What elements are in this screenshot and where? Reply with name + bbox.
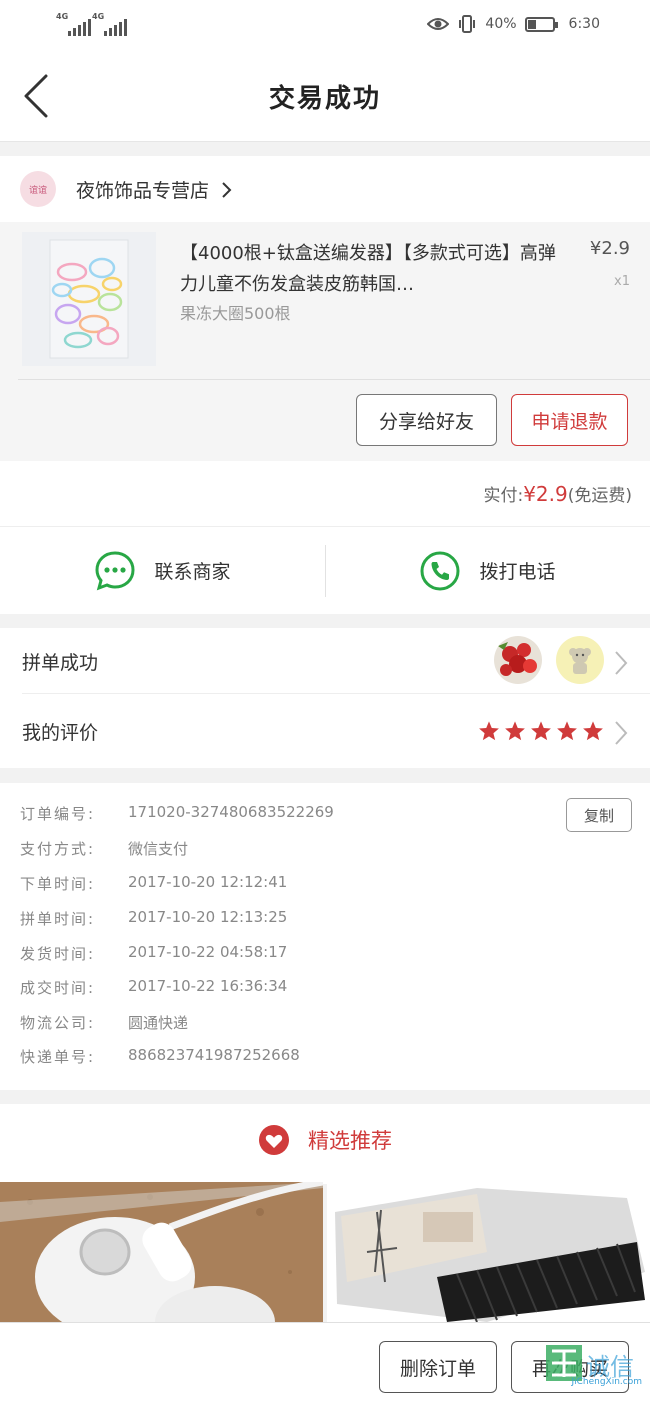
recommend-header: 精选推荐 <box>0 1104 650 1184</box>
signal-label: 4G <box>56 12 69 21</box>
order-info: 复制 订单编号: 171020-327480683522269 支付方式: 微信支付… <box>0 783 650 1090</box>
contact-bar: 联系商家 拨打电话 <box>0 527 650 614</box>
star-icon <box>479 721 499 741</box>
heart-icon <box>259 1125 289 1155</box>
vibrate-icon <box>459 15 476 33</box>
rating-stars <box>478 720 604 742</box>
status-right: 40% 6:30 <box>427 14 600 34</box>
status-bar: 4G 4G 40% 6:30 <box>0 0 650 52</box>
share-button[interactable]: 分享给好友 <box>356 394 497 446</box>
chevron-right-icon <box>615 721 628 745</box>
info-line: 发货时间: 2017-10-22 04:58:17 <box>20 943 288 963</box>
shop-name[interactable]: 夜饰饰品专营店 <box>76 176 233 203</box>
group-time: 2017-10-20 12:13:25 <box>128 908 288 926</box>
watermark-logo: 诚信 <box>546 1345 634 1381</box>
payment-method: 微信支付 <box>128 840 189 858</box>
chevron-right-icon <box>615 651 628 675</box>
recommend-item-earphones[interactable] <box>0 1182 323 1322</box>
info-line: 成交时间: 2017-10-22 16:36:34 <box>20 977 288 997</box>
shop-row[interactable]: 谊谊 夜饰饰品专营店 <box>0 156 650 222</box>
battery-percent: 40% <box>485 16 517 32</box>
delete-order-button[interactable]: 删除订单 <box>379 1341 497 1393</box>
ship-time: 2017-10-22 04:58:17 <box>128 943 288 961</box>
chat-icon <box>95 550 135 590</box>
recommend-item-hairpins[interactable] <box>327 1182 650 1322</box>
my-review-label: 我的评价 <box>22 722 99 744</box>
contact-seller-button[interactable]: 联系商家 <box>0 527 325 614</box>
star-icon <box>557 721 577 741</box>
signal-icon: 4G <box>56 12 91 36</box>
bottom-action-bar: 删除订单 再次购买 诚信 JiChengXin.com <box>0 1322 650 1408</box>
product-thumbnail[interactable] <box>22 232 156 366</box>
page-title: 交易成功 <box>268 84 381 114</box>
signal-label-2: 4G <box>92 12 105 21</box>
header: 交易成功 <box>0 52 650 142</box>
eye-icon <box>427 18 450 30</box>
divider <box>18 379 650 380</box>
info-line: 拼单时间: 2017-10-20 12:13:25 <box>20 908 288 928</box>
product-title[interactable]: 【4000根+钛盒送编发器】【多款式可选】高弹力儿童不伤发盒装皮筋韩国… <box>180 238 560 300</box>
deal-time: 2017-10-22 16:36:34 <box>128 977 288 995</box>
recommend-title: 精选推荐 <box>308 1129 392 1153</box>
star-icon <box>531 721 551 741</box>
avatar <box>494 636 542 684</box>
shipping-note: (免运费) <box>567 486 632 506</box>
group-success-label: 拼单成功 <box>22 652 99 674</box>
courier-company: 圆通快递 <box>128 1014 189 1032</box>
battery-icon <box>524 16 558 32</box>
shop-logo: 谊谊 <box>20 171 56 207</box>
status-rows: 拼单成功 我的评价 <box>0 628 650 768</box>
product-price: ¥2.9 <box>589 238 630 259</box>
product-row[interactable]: 【4000根+钛盒送编发器】【多款式可选】高弹力儿童不伤发盒装皮筋韩国… 果冻大… <box>0 222 650 461</box>
info-line: 订单编号: 171020-327480683522269 <box>20 803 334 823</box>
total-row: 实付:¥2.9(免运费) <box>0 461 650 527</box>
phone-icon <box>420 551 460 590</box>
my-review-row[interactable]: 我的评价 <box>0 698 650 768</box>
refund-button[interactable]: 申请退款 <box>511 394 628 446</box>
group-success-row[interactable]: 拼单成功 <box>0 628 650 698</box>
clock: 6:30 <box>568 16 600 32</box>
product-spec: 果冻大圈500根 <box>180 304 291 323</box>
order-number: 171020-327480683522269 <box>128 803 334 821</box>
avatar <box>556 636 604 684</box>
tracking-number: 886823741987252668 <box>128 1046 300 1064</box>
total-paid: 实付:¥2.9(免运费) <box>483 481 632 506</box>
info-line: 支付方式: 微信支付 <box>20 840 189 858</box>
star-icon <box>505 721 525 741</box>
watermark-url: JiChengXin.com <box>571 1377 642 1387</box>
info-line: 下单时间: 2017-10-20 12:12:41 <box>20 873 288 893</box>
order-time: 2017-10-20 12:12:41 <box>128 873 288 891</box>
call-label: 拨打电话 <box>479 561 556 583</box>
info-line: 物流公司: 圆通快递 <box>20 1014 189 1032</box>
call-button[interactable]: 拨打电话 <box>325 527 650 614</box>
total-amount: ¥2.9 <box>523 482 568 506</box>
product-quantity: x1 <box>614 274 630 289</box>
chevron-right-icon <box>222 182 232 198</box>
order-item-card: 谊谊 夜饰饰品专营店 【4000根+钛盒送编发器】【多款式可选】高弹力儿童不伤发… <box>0 156 650 461</box>
contact-seller-label: 联系商家 <box>154 561 231 583</box>
divider <box>22 693 650 694</box>
star-icon <box>583 721 603 741</box>
info-line: 快递单号: 886823741987252668 <box>20 1046 300 1066</box>
total-label: 实付: <box>483 486 524 506</box>
signal-icon-2: 4G <box>92 12 127 36</box>
copy-button[interactable]: 复制 <box>566 798 632 832</box>
